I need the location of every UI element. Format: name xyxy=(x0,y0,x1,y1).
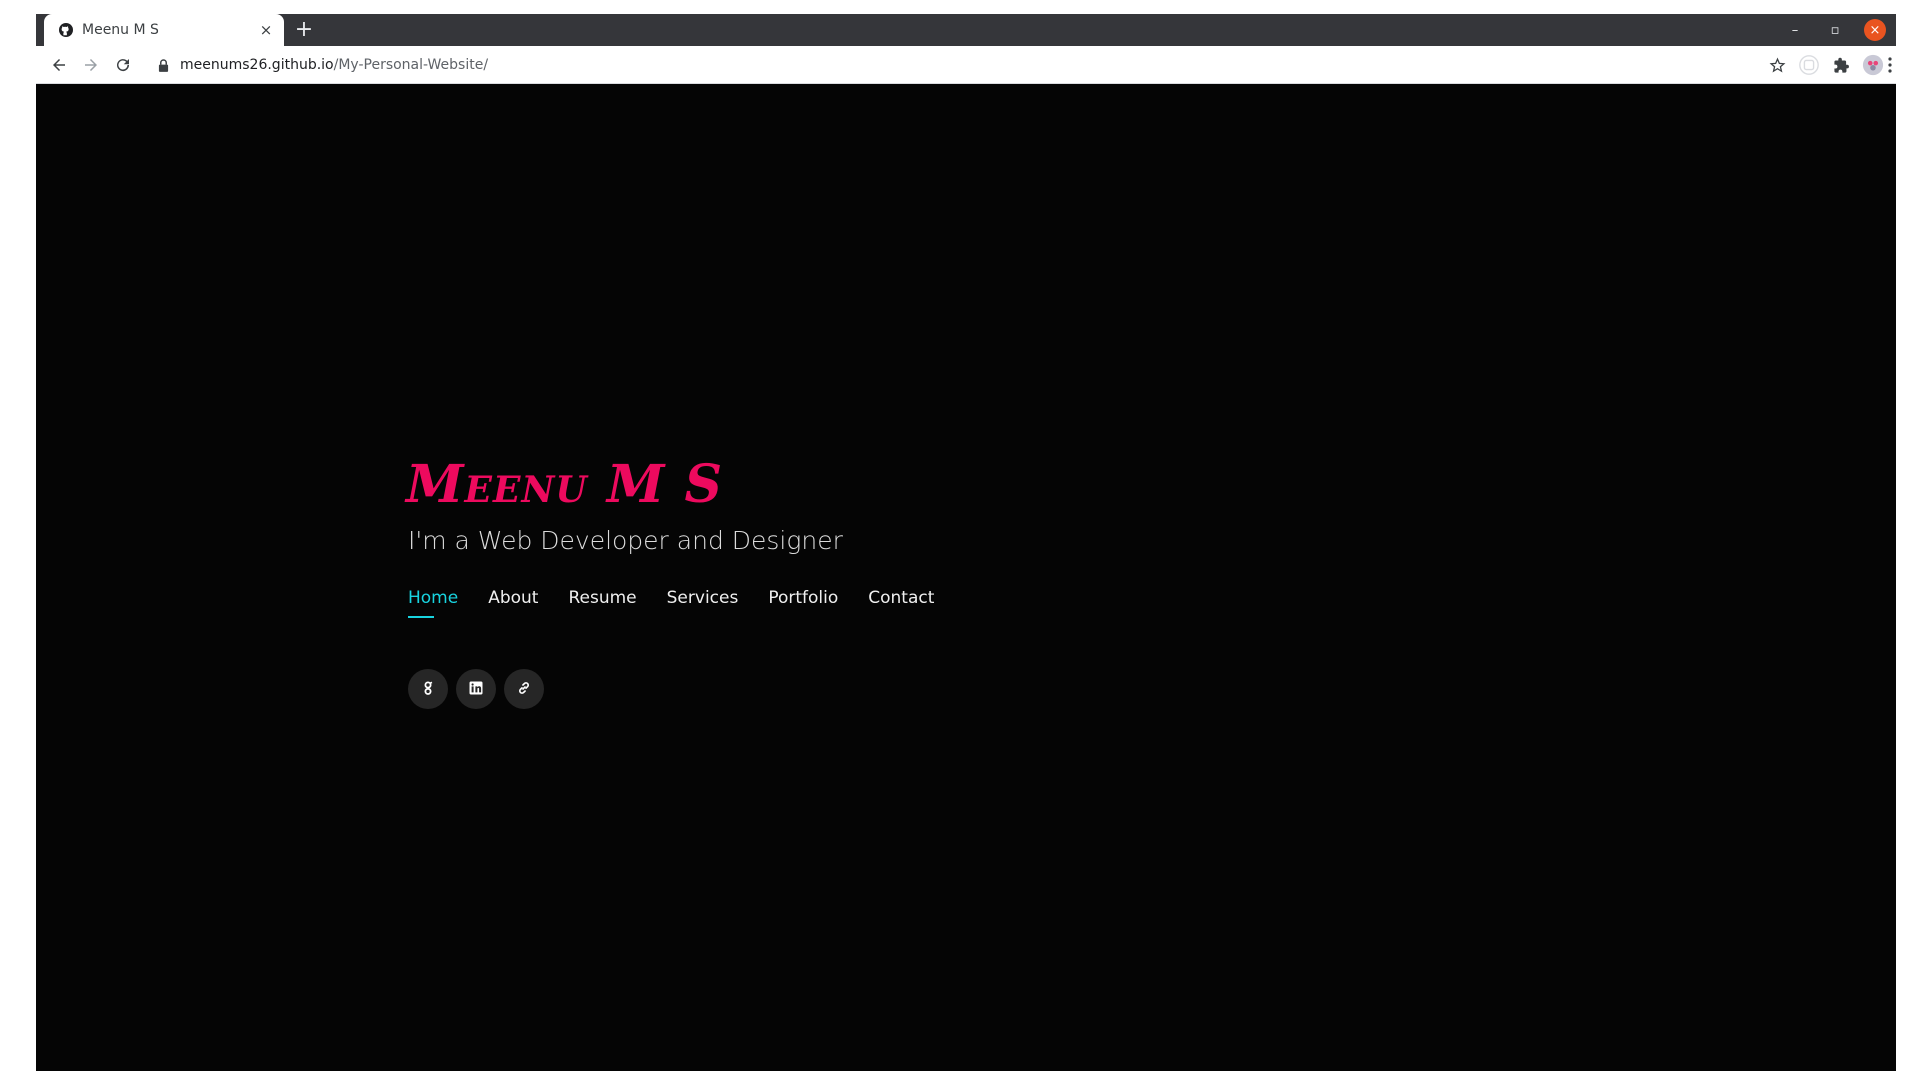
forward-arrow-icon[interactable] xyxy=(78,52,104,78)
more-menu-icon[interactable] xyxy=(1884,52,1896,78)
hero-subtitle: I'm a Web Developer and Designer xyxy=(408,526,843,555)
star-icon[interactable] xyxy=(1764,52,1790,78)
tab-strip: Meenu M S × + – ▫ × xyxy=(36,14,1896,46)
new-tab-button[interactable]: + xyxy=(292,18,316,42)
reload-icon[interactable] xyxy=(110,52,136,78)
nav-item-portfolio[interactable]: Portfolio xyxy=(768,588,838,614)
linkedin-link-button[interactable] xyxy=(456,669,496,709)
address-bar[interactable]: meenums26.github.io/My-Personal-Website/ xyxy=(144,50,1704,80)
nav-item-services[interactable]: Services xyxy=(667,588,739,614)
extension-badge-icon[interactable] xyxy=(1796,52,1822,78)
lock-icon xyxy=(156,58,170,72)
url-text: meenums26.github.io/My-Personal-Website/ xyxy=(180,57,488,73)
browser-window: Meenu M S × + – ▫ × meenums26.github.io/… xyxy=(36,14,1896,1071)
nav-item-resume[interactable]: Resume xyxy=(568,588,636,614)
profile-avatar[interactable] xyxy=(1860,52,1886,78)
minimize-button[interactable]: – xyxy=(1784,19,1806,41)
social-links xyxy=(408,669,544,709)
link-icon xyxy=(517,680,531,699)
website-link-button[interactable] xyxy=(504,669,544,709)
tab-title: Meenu M S xyxy=(82,22,159,38)
github-favicon-icon xyxy=(58,22,74,38)
window-controls: – ▫ × xyxy=(1784,18,1886,42)
close-window-button[interactable]: × xyxy=(1864,19,1886,41)
restore-button[interactable]: ▫ xyxy=(1824,19,1846,41)
github-link-button[interactable] xyxy=(408,669,448,709)
page-content: Meenu M S I'm a Web Developer and Design… xyxy=(36,84,1896,1071)
url-path: /My-Personal-Website/ xyxy=(333,57,489,73)
tab-close-icon[interactable]: × xyxy=(256,20,276,40)
linkedin-icon xyxy=(469,680,483,699)
extensions-icon[interactable] xyxy=(1828,52,1854,78)
main-nav: Home About Resume Services Portfolio Con… xyxy=(408,588,934,618)
browser-tab[interactable]: Meenu M S × xyxy=(44,14,284,46)
github-icon xyxy=(422,680,434,699)
url-host: meenums26.github.io xyxy=(180,57,334,73)
browser-toolbar: meenums26.github.io/My-Personal-Website/ xyxy=(36,46,1896,84)
nav-item-home[interactable]: Home xyxy=(408,588,458,618)
nav-item-about[interactable]: About xyxy=(488,588,538,614)
back-arrow-icon[interactable] xyxy=(46,52,72,78)
hero-name: Meenu M S xyxy=(406,454,724,515)
nav-item-contact[interactable]: Contact xyxy=(868,588,934,614)
